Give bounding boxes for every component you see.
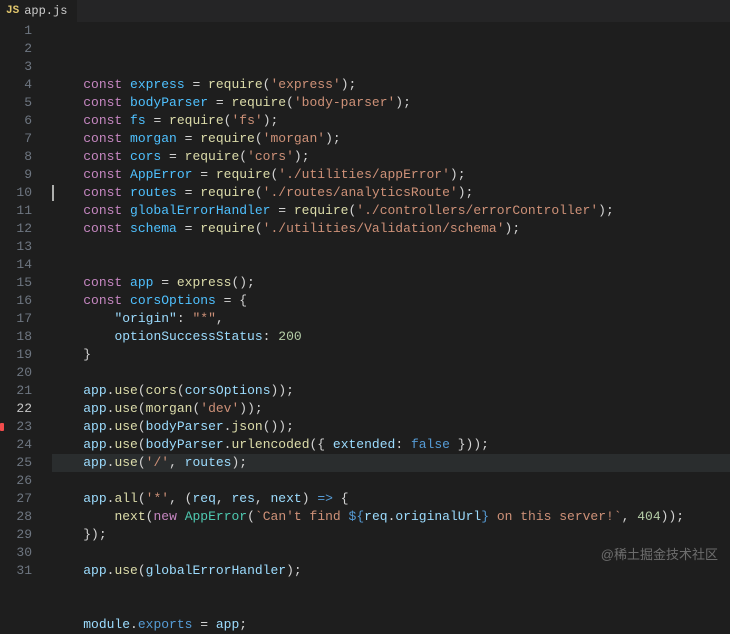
line-number: 24 bbox=[0, 436, 32, 454]
code-line[interactable]: app.use(bodyParser.urlencoded({ extended… bbox=[52, 436, 730, 454]
code-line[interactable] bbox=[52, 544, 730, 562]
line-number: 29 bbox=[0, 526, 32, 544]
code-line[interactable]: optionSuccessStatus: 200 bbox=[52, 328, 730, 346]
line-number: 17 bbox=[0, 310, 32, 328]
code-line[interactable]: app.all('*', (req, res, next) => { bbox=[52, 490, 730, 508]
line-number: 30 bbox=[0, 544, 32, 562]
line-number: 21 bbox=[0, 382, 32, 400]
code-line[interactable] bbox=[52, 238, 730, 256]
code-line[interactable]: const morgan = require('morgan'); bbox=[52, 130, 730, 148]
line-number: 5 bbox=[0, 94, 32, 112]
line-number: 4 bbox=[0, 76, 32, 94]
text-cursor bbox=[52, 185, 54, 201]
line-number: 16 bbox=[0, 292, 32, 310]
code-line[interactable] bbox=[52, 364, 730, 382]
code-line[interactable]: module.exports = app; bbox=[52, 616, 730, 634]
line-number: 8 bbox=[0, 148, 32, 166]
code-line[interactable]: app.use('/', routes); bbox=[52, 454, 730, 472]
code-line[interactable]: app.use(cors(corsOptions)); bbox=[52, 382, 730, 400]
line-number: 11 bbox=[0, 202, 32, 220]
code-editor[interactable]: 1234567891011121314151617181920212223242… bbox=[0, 22, 730, 581]
tab-app-js[interactable]: JS app.js bbox=[0, 0, 77, 22]
code-line[interactable]: const globalErrorHandler = require('./co… bbox=[52, 202, 730, 220]
code-line[interactable]: const cors = require('cors'); bbox=[52, 148, 730, 166]
line-number-gutter: 1234567891011121314151617181920212223242… bbox=[0, 22, 44, 581]
line-number: 1 bbox=[0, 22, 32, 40]
line-number: 12 bbox=[0, 220, 32, 238]
line-number: 7 bbox=[0, 130, 32, 148]
line-number: 9 bbox=[0, 166, 32, 184]
line-number: 19 bbox=[0, 346, 32, 364]
line-number: 22 bbox=[0, 400, 32, 418]
code-line[interactable] bbox=[52, 256, 730, 274]
code-line[interactable]: const corsOptions = { bbox=[52, 292, 730, 310]
code-line[interactable] bbox=[52, 598, 730, 616]
code-line[interactable]: }); bbox=[52, 526, 730, 544]
tab-bar: JS app.js bbox=[0, 0, 730, 22]
code-line[interactable]: const express = require('express'); bbox=[52, 76, 730, 94]
code-line[interactable]: const app = express(); bbox=[52, 274, 730, 292]
line-number: 6 bbox=[0, 112, 32, 130]
tab-filename: app.js bbox=[24, 4, 67, 18]
code-line[interactable]: const bodyParser = require('body-parser'… bbox=[52, 94, 730, 112]
line-number: 3 bbox=[0, 58, 32, 76]
code-line[interactable]: app.use(morgan('dev')); bbox=[52, 400, 730, 418]
code-line[interactable]: next(new AppError(`Can't find ${req.orig… bbox=[52, 508, 730, 526]
line-number: 31 bbox=[0, 562, 32, 580]
code-area[interactable]: const express = require('express'); cons… bbox=[44, 22, 730, 581]
javascript-icon: JS bbox=[6, 5, 19, 17]
line-number: 27 bbox=[0, 490, 32, 508]
line-number: 18 bbox=[0, 328, 32, 346]
code-line[interactable]: } bbox=[52, 346, 730, 364]
line-number: 15 bbox=[0, 274, 32, 292]
line-number: 13 bbox=[0, 238, 32, 256]
code-line[interactable] bbox=[52, 580, 730, 598]
line-number: 26 bbox=[0, 472, 32, 490]
line-number: 10 bbox=[0, 184, 32, 202]
line-number: 20 bbox=[0, 364, 32, 382]
code-line[interactable]: const fs = require('fs'); bbox=[52, 112, 730, 130]
code-line[interactable] bbox=[52, 472, 730, 490]
line-number: 28 bbox=[0, 508, 32, 526]
line-number: 14 bbox=[0, 256, 32, 274]
code-line[interactable]: "origin": "*", bbox=[52, 310, 730, 328]
error-marker-icon bbox=[0, 423, 4, 431]
code-line[interactable]: app.use(bodyParser.json()); bbox=[52, 418, 730, 436]
code-line[interactable]: const AppError = require('./utilities/ap… bbox=[52, 166, 730, 184]
line-number: 25 bbox=[0, 454, 32, 472]
code-line[interactable]: const routes = require('./routes/analyti… bbox=[52, 184, 730, 202]
code-line[interactable]: const schema = require('./utilities/Vali… bbox=[52, 220, 730, 238]
line-number: 2 bbox=[0, 40, 32, 58]
line-number: 23 bbox=[0, 418, 32, 436]
code-line[interactable]: app.use(globalErrorHandler); bbox=[52, 562, 730, 580]
